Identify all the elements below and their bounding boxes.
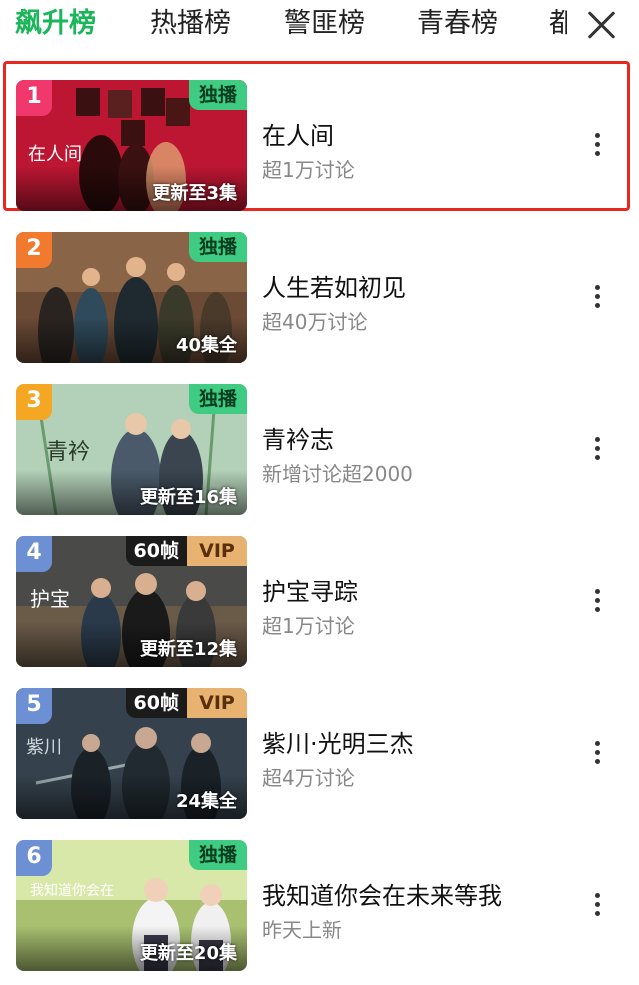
tab-soaring[interactable]: 飙升榜 xyxy=(15,6,96,42)
tab-police[interactable]: 警匪榜 xyxy=(284,6,365,42)
rank-badge: 1 xyxy=(16,80,52,116)
show-subtitle: 新增讨论超2000 xyxy=(262,462,413,486)
rank-badge: 4 xyxy=(16,536,52,572)
vip-badge: VIP xyxy=(187,688,247,718)
svg-text:在人间: 在人间 xyxy=(28,144,82,165)
poster-thumbnail[interactable]: 青衿 3 独播 更新至16集 xyxy=(16,384,247,515)
poster-thumbnail[interactable]: 紫川 5 60帧 VIP 24集全 xyxy=(16,688,247,819)
list-item[interactable]: 紫川 5 60帧 VIP 24集全 紫川·光明三杰 超4万讨论 xyxy=(0,668,639,820)
rank-badge: 3 xyxy=(16,384,52,420)
show-subtitle: 超40万讨论 xyxy=(262,310,368,334)
list-item[interactable]: 2 独播 40集全 人生若如初见 超40万讨论 xyxy=(0,212,639,364)
more-icon[interactable] xyxy=(586,130,608,160)
rank-badge: 2 xyxy=(16,232,52,268)
ranking-tabs: 飙升榜 热播榜 警匪榜 青春榜 都 xyxy=(0,0,639,52)
tab-hot[interactable]: 热播榜 xyxy=(150,6,231,42)
more-icon[interactable] xyxy=(586,890,608,920)
show-subtitle: 超4万讨论 xyxy=(262,766,355,790)
more-icon[interactable] xyxy=(586,434,608,464)
episode-status: 更新至3集 xyxy=(152,183,237,204)
list-item[interactable]: 我知道你会在 6 独播 更新至20集 我知道你会在未来等我 昨天上新 xyxy=(0,820,639,972)
episode-status: 更新至16集 xyxy=(139,487,237,508)
show-title[interactable]: 紫川·光明三杰 xyxy=(262,724,414,759)
episode-status: 更新至20集 xyxy=(139,943,237,964)
poster-thumbnail[interactable]: 2 独播 40集全 xyxy=(16,232,247,363)
svg-text:我知道你会在: 我知道你会在 xyxy=(30,882,114,899)
vip-badge: VIP xyxy=(187,536,247,566)
exclusive-badge: 独播 xyxy=(188,840,247,870)
show-title[interactable]: 青衿志 xyxy=(262,420,334,455)
exclusive-badge: 独播 xyxy=(188,232,247,262)
list-item[interactable]: 护宝 4 60帧 VIP 更新至12集 护宝寻踪 超1万讨论 xyxy=(0,516,639,668)
svg-text:护宝: 护宝 xyxy=(30,587,70,611)
rank-badge: 6 xyxy=(16,840,52,876)
show-title[interactable]: 在人间 xyxy=(262,116,334,151)
show-subtitle: 昨天上新 xyxy=(262,918,342,942)
show-title[interactable]: 护宝寻踪 xyxy=(262,572,358,607)
poster-thumbnail[interactable]: 我知道你会在 6 独播 更新至20集 xyxy=(16,840,247,971)
list-item[interactable]: 在人间 1 独播 更新至3集 在人间 超1万讨论 xyxy=(0,60,639,212)
svg-text:紫川: 紫川 xyxy=(26,737,62,758)
fps-badge: 60帧 xyxy=(125,536,187,566)
show-subtitle: 超1万讨论 xyxy=(262,158,355,182)
tab-youth[interactable]: 青春榜 xyxy=(417,6,498,42)
rank-badge: 5 xyxy=(16,688,52,724)
exclusive-badge: 独播 xyxy=(188,384,247,414)
more-icon[interactable] xyxy=(586,282,608,312)
fps-badge: 60帧 xyxy=(125,688,187,718)
poster-thumbnail[interactable]: 护宝 4 60帧 VIP 更新至12集 xyxy=(16,536,247,667)
episode-status: 更新至12集 xyxy=(139,639,237,660)
show-title[interactable]: 人生若如初见 xyxy=(262,268,406,303)
more-icon[interactable] xyxy=(586,738,608,768)
show-subtitle: 超1万讨论 xyxy=(262,614,355,638)
show-title[interactable]: 我知道你会在未来等我 xyxy=(262,876,502,911)
poster-thumbnail[interactable]: 在人间 1 独播 更新至3集 xyxy=(16,80,247,211)
tab-urban[interactable]: 都 xyxy=(549,6,567,42)
exclusive-badge: 独播 xyxy=(188,80,247,110)
close-icon[interactable] xyxy=(584,8,618,42)
episode-status: 24集全 xyxy=(175,791,237,812)
svg-text:青衿: 青衿 xyxy=(46,440,90,465)
more-icon[interactable] xyxy=(586,586,608,616)
episode-status: 40集全 xyxy=(175,335,237,356)
list-item[interactable]: 青衿 3 独播 更新至16集 青衿志 新增讨论超2000 xyxy=(0,364,639,516)
